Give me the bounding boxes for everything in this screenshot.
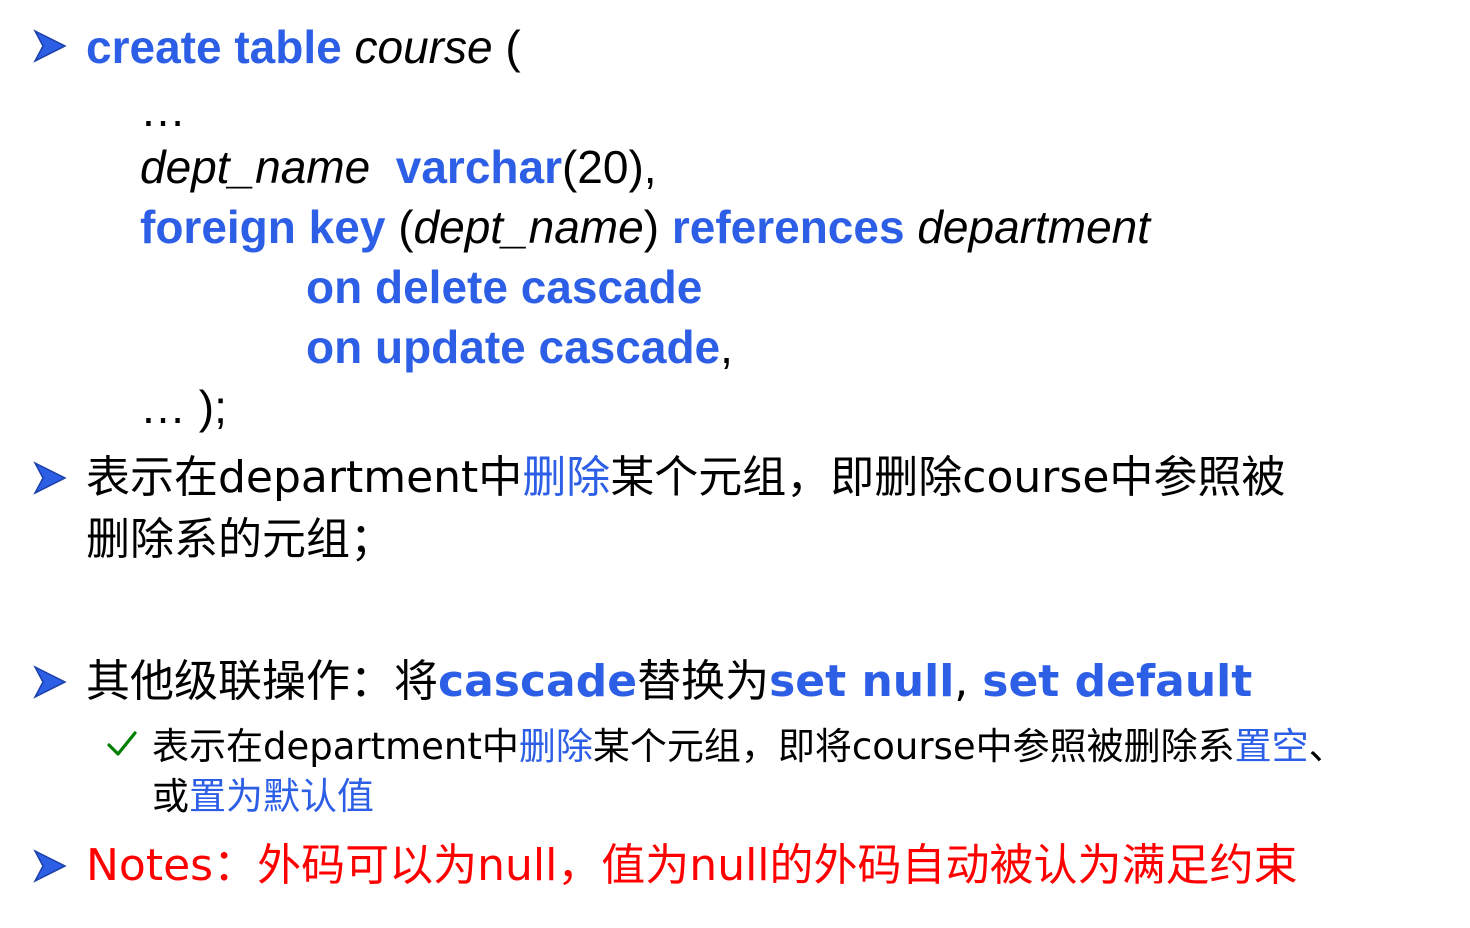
table-name: course <box>354 21 493 73</box>
bullet-delete-cascade-line1: 表示在department中删除某个元组，即删除course中参照被 <box>86 448 1285 508</box>
bullet-other-cascade: 其他级联操作：将cascade替换为set null, set default <box>86 652 1252 712</box>
sub-bullet-line2: 或置为默认值 <box>152 772 374 822</box>
keyword-references: references <box>671 201 905 253</box>
code-line-on-delete: on delete cascade <box>306 261 703 313</box>
comma: , <box>720 321 733 373</box>
arrow-bullet-icon <box>32 28 68 64</box>
paren-open: ( <box>385 201 414 253</box>
keyword-create-table: create table <box>86 21 342 73</box>
code-line-dept-name: dept_name varchar(20), <box>140 137 657 197</box>
arrow-bullet-icon <box>32 664 68 700</box>
column-name: dept_name <box>140 141 371 193</box>
notes-text: Notes：外码可以为null，值为null的外码自动被认为满足约束 <box>86 840 1298 891</box>
fk-column: dept_name <box>413 201 644 253</box>
text: 某个元组，即将course中参照被删除系 <box>592 725 1235 768</box>
text: 某个元组，即删除course中参照被 <box>610 452 1286 503</box>
highlight-set-default: 置为默认值 <box>189 775 374 818</box>
text: 或 <box>152 775 189 818</box>
highlight-delete: 删除 <box>518 725 593 768</box>
keyword-set-default: set default <box>982 656 1253 707</box>
text: 替换为 <box>637 656 770 707</box>
code-line-ellipsis: … <box>140 84 186 136</box>
slide: create table course ( … dept_name varcha… <box>0 0 1470 928</box>
comma: , <box>954 656 983 707</box>
code-line-create-table: create table course ( <box>86 17 521 77</box>
arrow-bullet-icon <box>32 460 68 496</box>
ref-table: department <box>917 201 1151 253</box>
type-size: (20), <box>561 141 657 193</box>
keyword-varchar: varchar <box>395 141 562 193</box>
check-icon <box>106 728 138 760</box>
text: 、 <box>1308 725 1346 768</box>
keyword-on-update: on update cascade <box>306 321 721 373</box>
highlight-set-empty: 置空 <box>1234 725 1309 768</box>
keyword-foreign-key: foreign key <box>140 201 386 253</box>
open-paren: ( <box>492 21 521 73</box>
arrow-bullet-icon <box>32 848 68 884</box>
bullet-delete-cascade-line2: 删除系的元组； <box>86 514 394 565</box>
code-line-foreign-key: foreign key (dept_name) references depar… <box>140 197 1150 257</box>
sub-bullet-line1: 表示在department中删除某个元组，即将course中参照被删除系置空、 <box>152 722 1346 772</box>
paren-close: ) <box>643 201 660 253</box>
text: 表示在department中 <box>86 452 523 503</box>
code-line-close: … ); <box>140 381 227 433</box>
code-line-on-update: on update cascade, <box>306 317 733 377</box>
text: 其他级联操作：将 <box>86 656 438 707</box>
keyword-set-null: set null <box>769 656 955 707</box>
keyword-cascade: cascade <box>438 656 638 707</box>
highlight-delete: 删除 <box>522 452 611 503</box>
text: 表示在department中 <box>152 725 519 768</box>
